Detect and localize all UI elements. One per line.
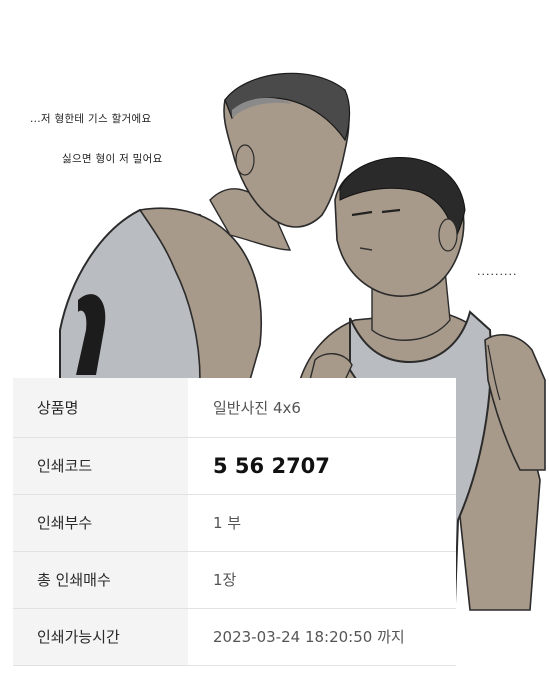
table-row: 상품명 일반사진 4x6 [13, 378, 456, 437]
speech-caption-line-2: 싫으면 형이 저 밀어요 [62, 153, 163, 165]
row-label-print-deadline: 인쇄가능시간 [13, 608, 188, 665]
row-value-product-name: 일반사진 4x6 [188, 378, 456, 437]
table-row: 인쇄가능시간 2023-03-24 18:20:50 까지 [13, 608, 456, 665]
speech-caption-line-1: ...저 형한테 기스 할거에요 [30, 113, 152, 125]
speech-ellipsis: ......... [477, 265, 518, 278]
row-value-print-code: 5 56 2707 [188, 437, 456, 494]
row-value-print-copies: 1 부 [188, 494, 456, 551]
table-row: 인쇄코드 5 56 2707 [13, 437, 456, 494]
product-info-table: 상품명 일반사진 4x6 인쇄코드 5 56 2707 인쇄부수 1 부 총 인… [13, 378, 456, 666]
row-label-print-copies: 인쇄부수 [13, 494, 188, 551]
row-value-print-deadline: 2023-03-24 18:20:50 까지 [188, 608, 456, 665]
row-label-print-code: 인쇄코드 [13, 437, 188, 494]
row-value-total-sheets: 1장 [188, 551, 456, 608]
row-label-product-name: 상품명 [13, 378, 188, 437]
row-label-total-sheets: 총 인쇄매수 [13, 551, 188, 608]
table-row: 인쇄부수 1 부 [13, 494, 456, 551]
table-row: 총 인쇄매수 1장 [13, 551, 456, 608]
